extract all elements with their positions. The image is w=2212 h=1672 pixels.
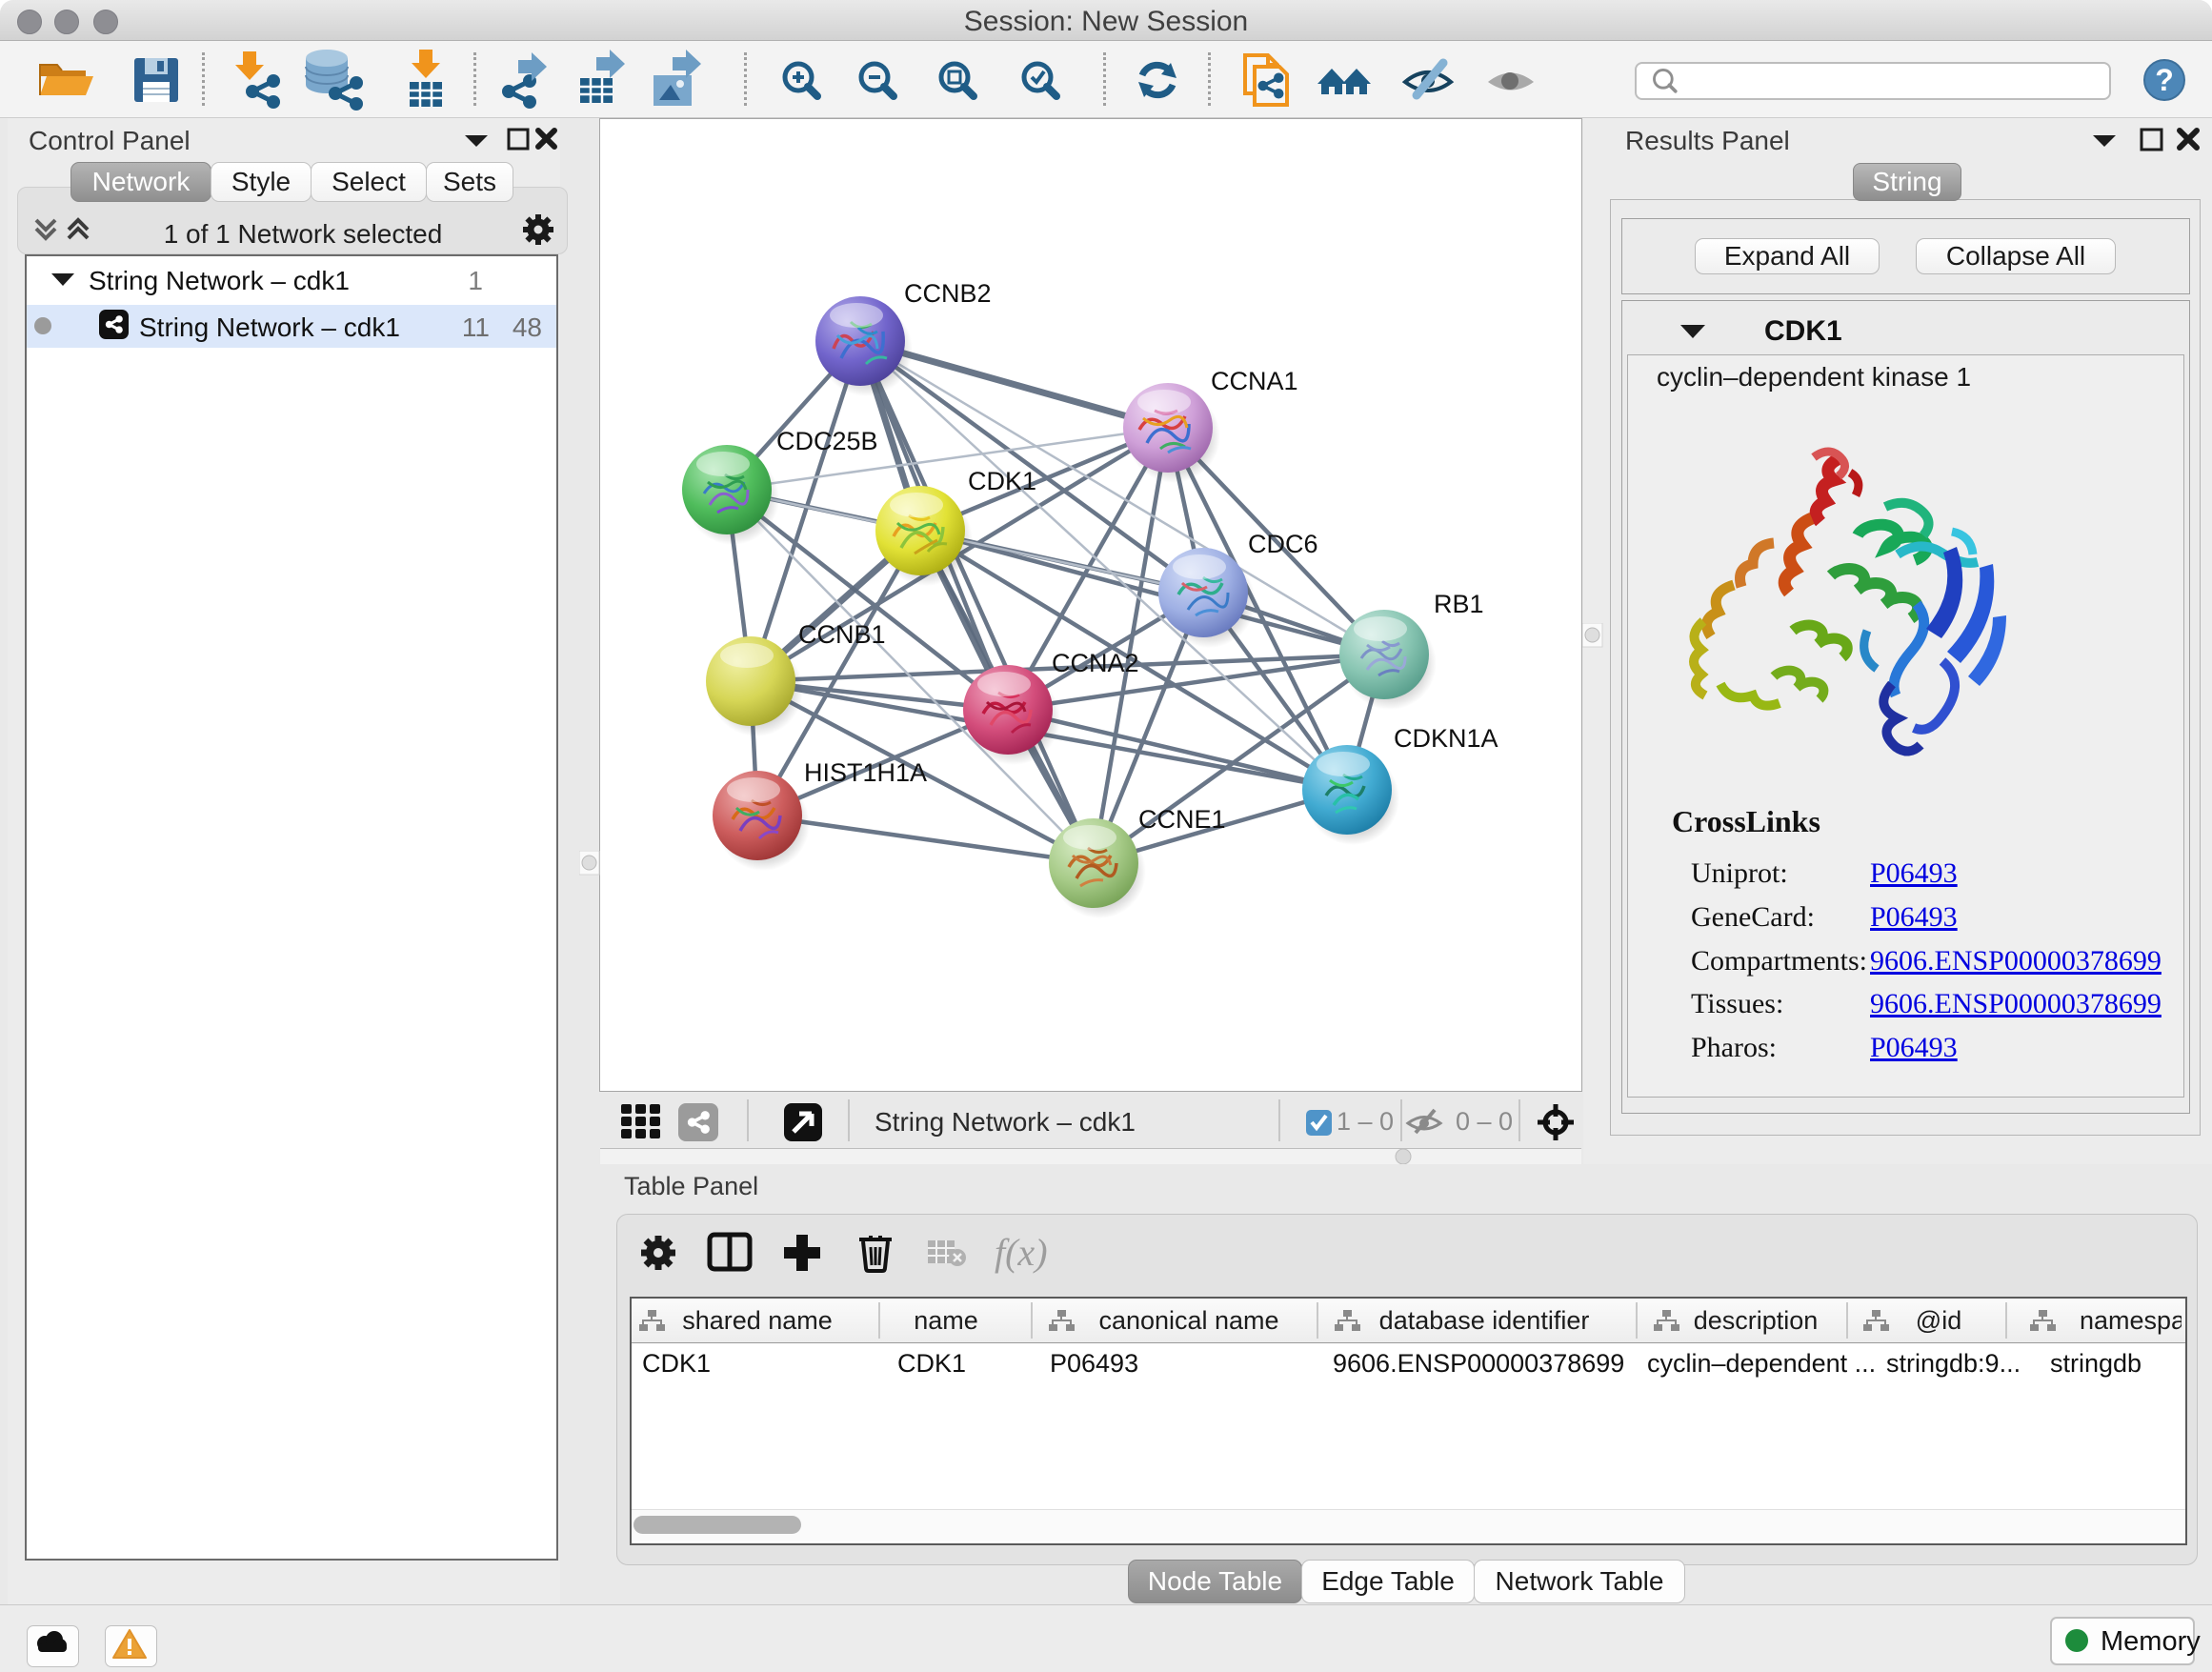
svg-text:CDKN1A: CDKN1A [1394,724,1498,753]
svg-text:HIST1H1A: HIST1H1A [804,758,927,787]
svg-text:@id: @id [1916,1306,1961,1335]
svg-text:CDK1: CDK1 [968,467,1036,495]
svg-text:CDC6: CDC6 [1248,530,1318,558]
svg-text:0 – 0: 0 – 0 [1456,1107,1513,1136]
svg-text:canonical name: canonical name [1098,1306,1278,1335]
svg-text:namespac: namespac [2080,1306,2182,1335]
svg-text:Memory: Memory [2101,1626,2201,1657]
svg-text:CCNE1: CCNE1 [1138,805,1226,834]
svg-text:CCNA1: CCNA1 [1211,367,1298,395]
svg-text:description: description [1694,1306,1819,1335]
svg-text:?: ? [2155,63,2174,97]
svg-text:CCNA2: CCNA2 [1052,649,1139,677]
svg-text:shared name: shared name [682,1306,833,1335]
svg-text:f(x): f(x) [995,1231,1048,1274]
svg-text:1 – 0: 1 – 0 [1337,1107,1394,1136]
svg-text:CCNB2: CCNB2 [904,279,992,308]
svg-text:name: name [914,1306,978,1335]
svg-text:CDC25B: CDC25B [776,427,878,455]
svg-text:String Network – cdk1: String Network – cdk1 [875,1107,1136,1137]
svg-text:CCNB1: CCNB1 [798,620,886,649]
svg-text:RB1: RB1 [1434,590,1484,618]
svg-text:database identifier: database identifier [1379,1306,1590,1335]
